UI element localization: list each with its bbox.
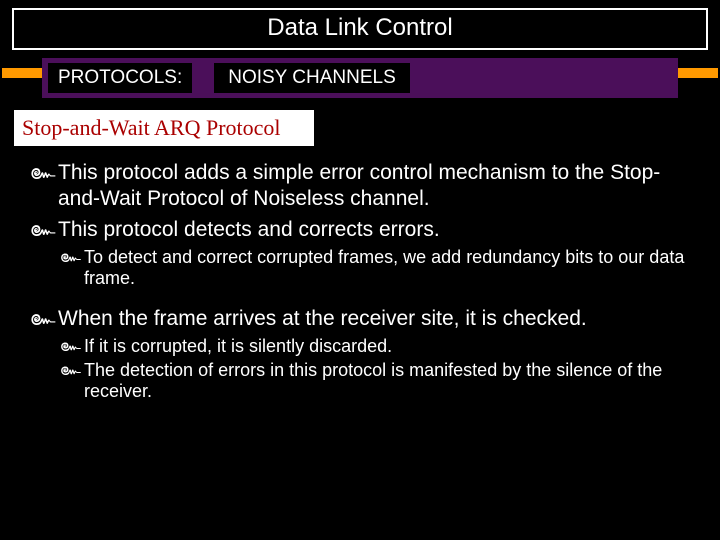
- bullet-level2: ๛ The detection of errors in this protoc…: [60, 360, 690, 403]
- bullet-text: The detection of errors in this protocol…: [84, 360, 690, 403]
- bullet-icon: ๛: [30, 160, 58, 184]
- bullet-text: When the frame arrives at the receiver s…: [58, 306, 587, 332]
- subtitle-inner: PROTOCOLS: NOISY CHANNELS: [42, 58, 678, 98]
- bullet-text: To detect and correct corrupted frames, …: [84, 247, 690, 290]
- bullet-icon: ๛: [30, 217, 58, 241]
- bullet-icon: ๛: [60, 247, 84, 267]
- bullet-icon: ๛: [60, 336, 84, 356]
- bullet-level1: ๛ This protocol adds a simple error cont…: [30, 160, 690, 213]
- subtitle-label: PROTOCOLS:: [48, 63, 192, 93]
- spacer: [30, 292, 690, 306]
- bullet-level1: ๛ When the frame arrives at the receiver…: [30, 306, 690, 332]
- subtitle-bar: PROTOCOLS: NOISY CHANNELS: [12, 58, 708, 98]
- bullet-text: If it is corrupted, it is silently disca…: [84, 336, 392, 358]
- bullet-level2: ๛ To detect and correct corrupted frames…: [60, 247, 690, 290]
- bullet-icon: ๛: [30, 306, 58, 330]
- bullet-level1: ๛ This protocol detects and corrects err…: [30, 217, 690, 243]
- bullet-icon: ๛: [60, 360, 84, 380]
- content-area: ๛ This protocol adds a simple error cont…: [30, 160, 690, 403]
- section-header: Stop-and-Wait ARQ Protocol: [14, 110, 314, 146]
- slide: Data Link Control PROTOCOLS: NOISY CHANN…: [0, 0, 720, 540]
- subtitle-topic: NOISY CHANNELS: [214, 63, 410, 93]
- bullet-level2: ๛ If it is corrupted, it is silently dis…: [60, 336, 690, 358]
- page-title: Data Link Control: [12, 8, 708, 50]
- bullet-text: This protocol detects and corrects error…: [58, 217, 440, 243]
- bullet-text: This protocol adds a simple error contro…: [58, 160, 690, 213]
